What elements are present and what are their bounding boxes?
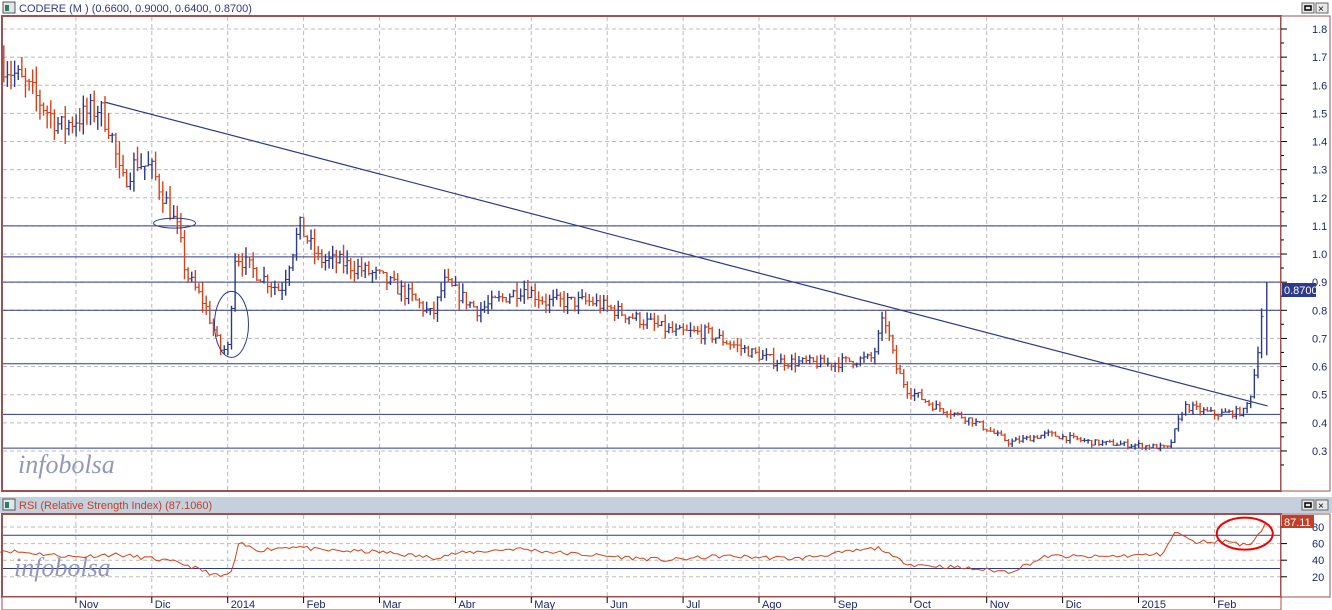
date-tick-label: Oct: [914, 599, 931, 610]
price-tick-label: 0.4: [1312, 418, 1327, 430]
price-tick-label: 0.6: [1312, 362, 1327, 374]
price-tick-label: 0.3: [1312, 446, 1327, 458]
price-tick-label: 1.4: [1312, 137, 1327, 149]
date-tick-label: Dic: [1066, 599, 1082, 610]
date-tick-label: Nov: [990, 599, 1010, 610]
date-tick-label: Sep: [838, 599, 858, 610]
main-plot-area: [1, 15, 1282, 492]
date-tick-label: Jul: [686, 599, 700, 610]
price-tick-label: 1.6: [1312, 80, 1327, 92]
rsi-tick-label: 40: [1312, 555, 1324, 567]
price-tick-label: 1.2: [1312, 193, 1327, 205]
svg-text:×: ×: [1318, 501, 1324, 512]
price-tick-label: 1.1: [1312, 221, 1327, 233]
main-title: CODERE (M ) (0.6600, 0.9000, 0.6400, 0.8…: [19, 3, 252, 15]
price-tick-label: 1.0: [1312, 249, 1327, 261]
close-button[interactable]: ×: [1315, 2, 1329, 15]
rsi-last-label: 87.11: [1284, 517, 1311, 529]
rsi-tick-label: 20: [1312, 572, 1324, 584]
chart-icon-bar: [5, 5, 9, 11]
rsi-icon-bar: [5, 502, 9, 508]
date-axis: [1, 596, 1282, 610]
rsi-tick-label: 60: [1312, 539, 1324, 551]
watermark: infobolsa: [18, 450, 115, 479]
date-tick-label: Mar: [383, 599, 402, 610]
maximize-button[interactable]: [1301, 2, 1315, 14]
price-tick-label: 1.8: [1312, 24, 1327, 36]
rsi-close-button[interactable]: ×: [1315, 499, 1329, 512]
price-tick-label: 1.5: [1312, 108, 1327, 120]
date-tick-label: May: [534, 599, 555, 610]
date-tick-label: Abr: [458, 599, 475, 610]
rsi-title: RSI (Relative Strength Index) (87.1060): [19, 500, 212, 512]
rsi-plot-area: [1, 513, 1282, 598]
date-tick-label: Feb: [1217, 599, 1236, 610]
price-tick-label: 1.7: [1312, 52, 1327, 64]
price-tick-label: 0.8: [1312, 305, 1327, 317]
date-tick-label: Dic: [155, 599, 171, 610]
price-tick-label: 0.5: [1312, 390, 1327, 402]
chart-canvas: CODERE (M ) (0.6600, 0.9000, 0.6400, 0.8…: [0, 0, 1332, 610]
date-tick-label: Jun: [610, 599, 628, 610]
price-tick-label: 1.3: [1312, 165, 1327, 177]
svg-text:×: ×: [1318, 4, 1324, 15]
date-tick-label: Ago: [762, 599, 782, 610]
date-tick-label: Nov: [79, 599, 99, 610]
chart-window: CODERE (M ) (0.6600, 0.9000, 0.6400, 0.8…: [0, 0, 1332, 610]
last-price-label: 0.8700: [1284, 285, 1318, 297]
date-tick-label: 2015: [1142, 599, 1166, 610]
rsi-maximize-button[interactable]: [1301, 499, 1315, 511]
date-tick-label: 2014: [231, 599, 255, 610]
price-tick-label: 0.7: [1312, 333, 1327, 345]
date-tick-label: Feb: [307, 599, 326, 610]
